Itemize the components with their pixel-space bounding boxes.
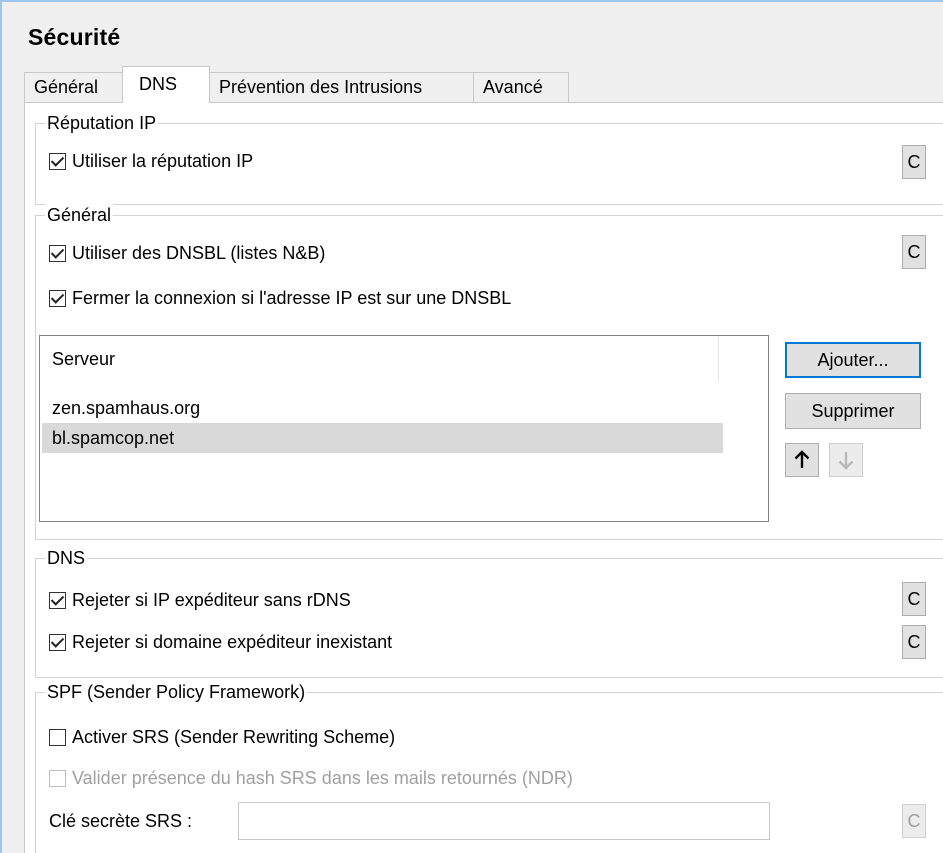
move-up-button[interactable] <box>785 443 819 477</box>
checkbox-label: Valider présence du hash SRS dans les ma… <box>72 767 573 788</box>
list-item[interactable]: zen.spamhaus.org <box>42 393 723 423</box>
dnsbl-server-list[interactable]: Serveur zen.spamhaus.org bl.spamcop.net <box>39 335 769 522</box>
srs-secret-key-input[interactable] <box>238 802 770 840</box>
use-dnsbl-checkbox[interactable]: Utiliser des DNSBL (listes N&B) <box>49 240 325 266</box>
ip-reputation-c-button[interactable]: C <box>902 145 926 179</box>
checkbox-box[interactable] <box>49 244 66 262</box>
checkbox-label: Utiliser des DNSBL (listes N&B) <box>72 242 326 263</box>
srs-secret-key-label: Clé secrète SRS : <box>49 808 192 834</box>
checkbox-label: Activer SRS (Sender Rewriting Scheme) <box>72 726 396 747</box>
validate-srs-hash-checkbox[interactable]: Valider présence du hash SRS dans les ma… <box>49 765 573 791</box>
checkbox-box[interactable] <box>49 289 66 307</box>
group-legend-ip-reputation: Réputation IP <box>45 111 159 135</box>
tab-intrusion-prevention[interactable]: Prévention des Intrusions <box>209 72 474 102</box>
delete-server-button[interactable]: Supprimer <box>785 393 921 429</box>
srs-c-button[interactable]: C <box>902 804 926 838</box>
tab-advanced[interactable]: Avancé <box>473 72 569 102</box>
checkbox-box[interactable] <box>49 633 66 651</box>
arrow-up-icon <box>794 450 810 468</box>
reject-no-rdns-c-button[interactable]: C <box>902 582 926 616</box>
reject-nonexistent-domain-checkbox[interactable]: Rejeter si domaine expéditeur inexistant <box>49 629 392 655</box>
dnsbl-c-button[interactable]: C <box>902 235 926 269</box>
checkbox-box[interactable] <box>49 591 66 609</box>
checkbox-box[interactable] <box>49 152 66 170</box>
reject-domain-c-button[interactable]: C <box>902 625 926 659</box>
tab-dns[interactable]: DNS <box>122 66 210 103</box>
use-ip-reputation-checkbox[interactable]: Utiliser la réputation IP <box>49 148 253 174</box>
checkbox-label: Rejeter si IP expéditeur sans rDNS <box>72 589 351 610</box>
security-window: Sécurité Général DNS Prévention des Intr… <box>0 0 943 853</box>
tab-general[interactable]: Général <box>24 72 123 102</box>
group-dns: DNS <box>35 546 943 678</box>
arrow-down-icon <box>838 452 854 470</box>
group-legend-spf: SPF (Sender Policy Framework) <box>45 680 308 704</box>
group-legend-general: Général <box>45 203 114 227</box>
checkbox-label: Rejeter si domaine expéditeur inexistant <box>72 631 393 652</box>
reject-no-rdns-checkbox[interactable]: Rejeter si IP expéditeur sans rDNS <box>49 587 351 613</box>
list-item-selected[interactable]: bl.spamcop.net <box>42 423 723 453</box>
checkbox-box[interactable] <box>49 728 66 746</box>
column-header-server[interactable]: Serveur <box>40 336 719 382</box>
checkbox-label: Fermer la connexion si l'adresse IP est … <box>72 287 512 308</box>
dns-tab-panel: Réputation IP Utiliser la réputation IP … <box>24 102 943 853</box>
checkbox-label: Utiliser la réputation IP <box>72 150 254 171</box>
enable-srs-checkbox[interactable]: Activer SRS (Sender Rewriting Scheme) <box>49 724 395 750</box>
move-down-button[interactable] <box>829 443 863 477</box>
checkbox-box[interactable] <box>49 769 66 787</box>
add-server-button[interactable]: Ajouter... <box>785 342 921 378</box>
srs-secret-key-label-text: Clé secrète SRS : <box>49 810 193 831</box>
page-title: Sécurité <box>28 24 121 50</box>
group-legend-dns: DNS <box>45 546 88 570</box>
close-connection-checkbox[interactable]: Fermer la connexion si l'adresse IP est … <box>49 285 511 311</box>
